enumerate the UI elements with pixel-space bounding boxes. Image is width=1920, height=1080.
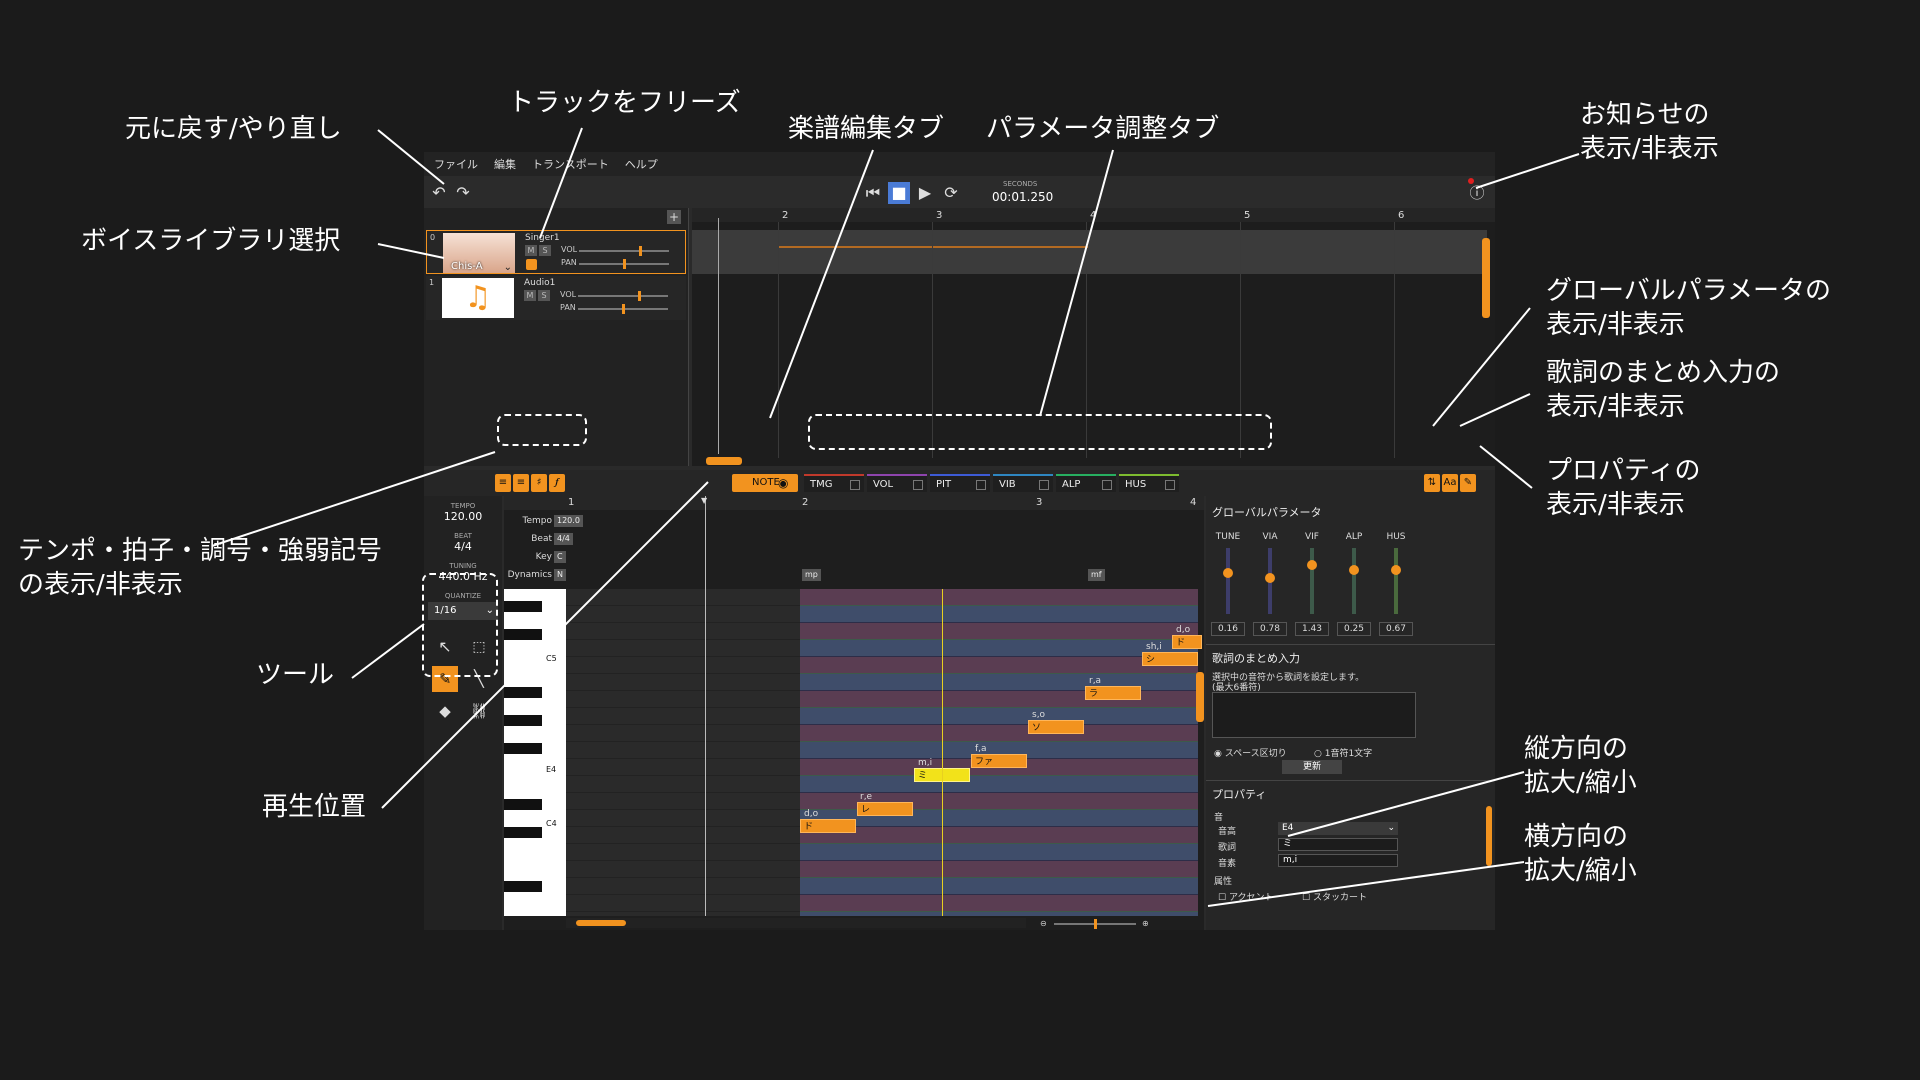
annotation-props: プロパティの [1546, 456, 1701, 486]
annotation-tempo-2: の表示/非表示 [18, 570, 183, 600]
annotation-tempo: テンポ・拍子・調号・強弱記号 [18, 536, 383, 566]
annotation-notice-2: 表示/非表示 [1580, 134, 1719, 164]
annotation-param-tab: パラメータ調整タブ [986, 114, 1220, 144]
annotation-vzoom-2: 拡大/縮小 [1524, 768, 1637, 798]
annotation-playhead: 再生位置 [262, 792, 367, 822]
annotation-vzoom: 縦方向の [1524, 734, 1629, 764]
annotation-freeze-track: トラックをフリーズ [508, 88, 741, 118]
annotation-score-tab: 楽譜編集タブ [788, 114, 945, 144]
annotation-tools: ツール [256, 660, 335, 690]
annotation-lyrics-2: 表示/非表示 [1546, 392, 1685, 422]
annotation-hzoom-2: 拡大/縮小 [1524, 856, 1637, 886]
annotation-hzoom: 横方向の [1524, 822, 1629, 852]
annotation-props-2: 表示/非表示 [1546, 490, 1685, 520]
annotation-global-params-2: 表示/非表示 [1546, 310, 1685, 340]
annotation-notice: お知らせの [1580, 100, 1710, 130]
annotation-global-params: グローバルパラメータの [1546, 276, 1831, 306]
annotation-voice-library: ボイスライブラリ選択 [81, 226, 341, 256]
annotation-lyrics: 歌詞のまとめ入力の [1546, 358, 1781, 388]
annotation-undo-redo: 元に戻す/やり直し [125, 114, 342, 144]
